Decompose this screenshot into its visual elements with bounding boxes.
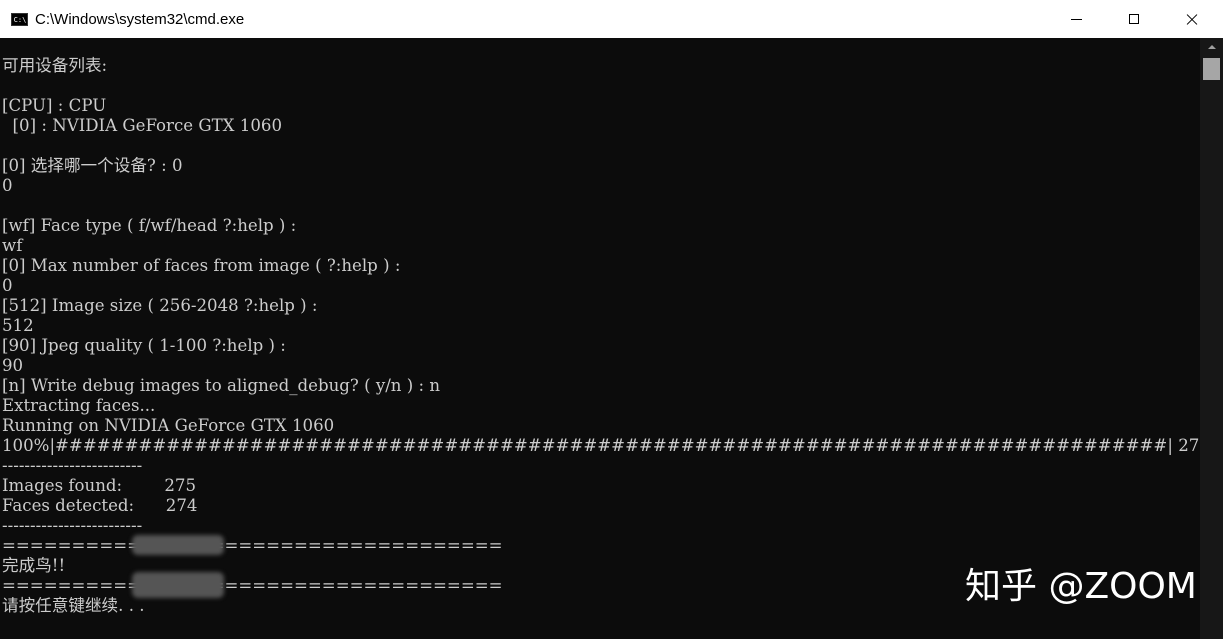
maximize-icon	[1129, 14, 1139, 24]
console-line: Images found: 275	[2, 476, 197, 495]
console-line: [0] : NVIDIA GeForce GTX 1060	[2, 116, 283, 135]
console-line: 0	[2, 276, 13, 295]
console-line: 完成鸟!!	[2, 556, 66, 575]
scroll-up-button[interactable]	[1200, 38, 1223, 55]
scroll-thumb[interactable]	[1203, 58, 1220, 80]
console-line: ====================================	[2, 576, 503, 595]
console-line: 0	[2, 176, 13, 195]
minimize-icon	[1070, 18, 1082, 20]
console-line: ====================================	[2, 536, 503, 555]
close-icon	[1185, 12, 1199, 26]
arrow-up-icon	[1207, 44, 1216, 49]
close-button[interactable]	[1163, 0, 1221, 38]
progress-line: 100%|###################################…	[2, 436, 1200, 455]
redacted-region	[132, 572, 224, 598]
console-line: [0] Max number of faces from image ( ?:h…	[2, 256, 401, 275]
console-line: [0] 选择哪一个设备? : 0	[2, 156, 183, 175]
console-output[interactable]: 可用设备列表: [CPU] : CPU [0] : NVIDIA GeForce…	[0, 38, 1200, 639]
cmd-icon: C:\	[11, 12, 28, 26]
title-bar[interactable]: C:\ C:\Windows\system32\cmd.exe	[0, 0, 1223, 38]
console-line: wf	[2, 236, 23, 255]
console-line: 512	[2, 316, 34, 335]
vertical-scrollbar[interactable]	[1200, 38, 1223, 639]
minimize-button[interactable]	[1047, 0, 1105, 38]
console-line: -------------------------	[2, 456, 143, 475]
console-line: [n] Write debug images to aligned_debug?…	[2, 376, 441, 395]
console-line: Extracting faces...	[2, 396, 156, 415]
console-line: 请按任意键继续. . .	[2, 596, 145, 615]
console-line: [CPU] : CPU	[2, 96, 107, 115]
window-title: C:\Windows\system32\cmd.exe	[35, 10, 245, 28]
maximize-button[interactable]	[1105, 0, 1163, 38]
console-line: [90] Jpeg quality ( 1-100 ?:help ) :	[2, 336, 286, 355]
redacted-region	[132, 535, 224, 555]
console-line: Running on NVIDIA GeForce GTX 1060	[2, 416, 335, 435]
console-line: [512] Image size ( 256-2048 ?:help ) :	[2, 296, 318, 315]
console-line: 90	[2, 356, 24, 375]
console-line: 可用设备列表:	[2, 56, 108, 75]
console-line: Faces detected: 274	[2, 496, 198, 515]
cmd-window: C:\ C:\Windows\system32\cmd.exe 可用设备列表: …	[0, 0, 1223, 639]
console-line: -------------------------	[2, 516, 143, 535]
console-line: [wf] Face type ( f/wf/head ?:help ) :	[2, 216, 297, 235]
zhihu-watermark: 知乎 @ZOOM	[965, 566, 1197, 607]
